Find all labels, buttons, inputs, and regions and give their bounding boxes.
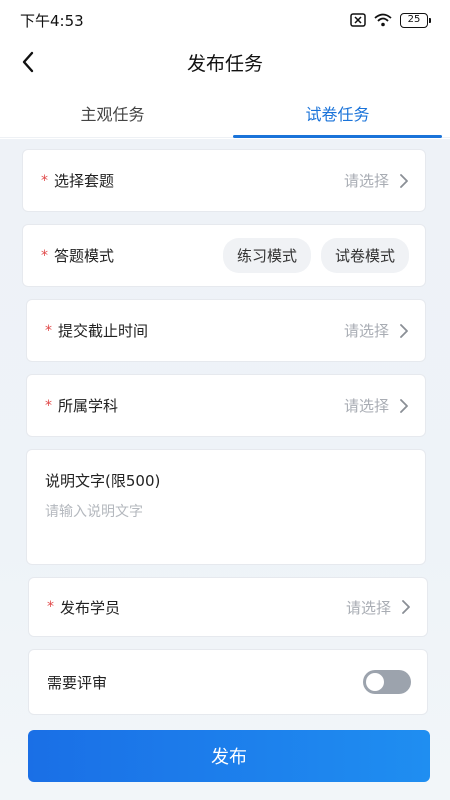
chevron-left-icon	[22, 51, 34, 73]
tab-label: 试卷任务	[305, 104, 370, 124]
publish-label: 发布	[211, 747, 247, 768]
row-label: 需要评审	[47, 672, 363, 693]
subject-label: 所属学科	[58, 397, 119, 415]
back-button[interactable]	[14, 48, 42, 76]
description-input[interactable]	[45, 501, 407, 551]
tab-exam-task[interactable]: 试卷任务	[225, 88, 450, 138]
review-label: 需要评审	[47, 673, 108, 692]
select-set-value: 请选择	[343, 172, 389, 190]
task-tabs: 主观任务 试卷任务	[0, 88, 450, 138]
row-label: * 提交截止时间	[45, 320, 344, 341]
form-content: * 选择套题 请选择 * 答题模式 练习模式 试卷模式 * 提交截止时间 请选择	[0, 139, 450, 800]
battery-level: 25	[407, 14, 421, 25]
exam-mode-option[interactable]: 试卷模式	[320, 238, 409, 273]
status-bar: 下午4:53 25	[0, 0, 450, 40]
students-row[interactable]: * 发布学员 请选择	[28, 577, 428, 637]
row-value: 请选择	[346, 597, 411, 618]
deadline-row[interactable]: * 提交截止时间 请选择	[26, 299, 426, 362]
required-mark: *	[41, 172, 48, 189]
students-label: 发布学员	[60, 598, 121, 617]
status-time: 下午4:53	[20, 11, 84, 30]
deadline-label: 提交截止时间	[58, 322, 149, 340]
sim-none-icon	[350, 13, 366, 27]
review-row: 需要评审	[28, 649, 428, 715]
tab-label: 主观任务	[80, 104, 145, 124]
chevron-right-icon	[400, 173, 408, 188]
select-set-row[interactable]: * 选择套题 请选择	[22, 149, 426, 212]
row-value: 请选择	[344, 170, 409, 191]
required-mark: *	[45, 397, 52, 414]
answer-mode-options: 练习模式 试卷模式	[222, 238, 409, 273]
row-label: * 发布学员	[47, 597, 346, 618]
chevron-right-icon	[400, 398, 408, 413]
chevron-right-icon	[400, 323, 408, 338]
row-value: 请选择	[344, 320, 409, 341]
row-label: * 所属学科	[45, 395, 344, 416]
description-label: 说明文字(限500)	[45, 472, 161, 490]
practice-mode-option[interactable]: 练习模式	[222, 238, 311, 273]
wifi-icon	[374, 13, 392, 27]
nav-bar: 发布任务	[0, 40, 450, 84]
description-card: 说明文字(限500)	[26, 449, 426, 565]
select-set-label: 选择套题	[54, 172, 115, 190]
row-label: * 答题模式	[41, 245, 223, 266]
publish-button[interactable]: 发布	[28, 730, 430, 782]
answer-mode-row: * 答题模式 练习模式 试卷模式	[22, 224, 426, 287]
subject-row[interactable]: * 所属学科 请选择	[26, 374, 426, 437]
tab-subjective-task[interactable]: 主观任务	[0, 88, 225, 137]
answer-mode-label: 答题模式	[54, 247, 115, 265]
toggle-knob	[366, 673, 384, 691]
subject-value: 请选择	[343, 397, 389, 415]
students-value: 请选择	[345, 598, 391, 617]
status-icons: 25	[350, 12, 431, 28]
chevron-right-icon	[402, 600, 410, 614]
page-title: 发布任务	[186, 52, 263, 75]
row-value: 请选择	[344, 395, 409, 416]
battery-icon: 25	[400, 12, 431, 28]
review-toggle[interactable]	[363, 670, 411, 694]
deadline-value: 请选择	[343, 322, 389, 340]
required-mark: *	[45, 322, 52, 339]
required-mark: *	[41, 247, 48, 264]
required-mark: *	[47, 599, 54, 615]
row-label: * 选择套题	[41, 170, 344, 191]
